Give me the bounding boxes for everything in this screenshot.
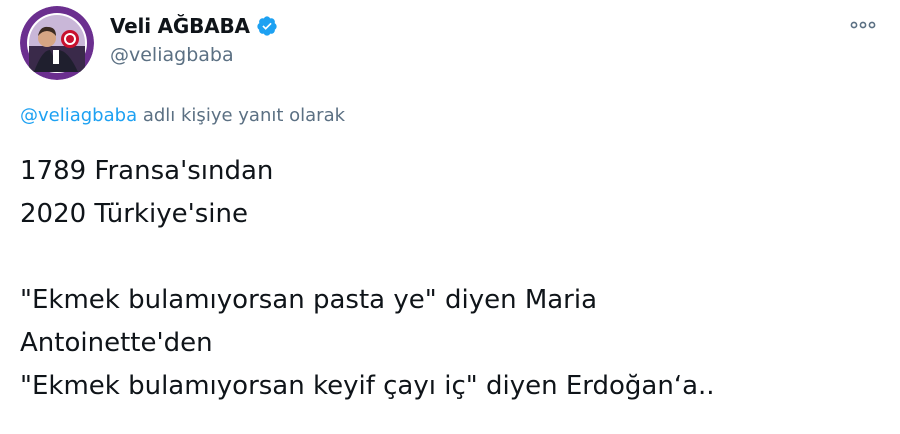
tweet: Veli AĞBABA @veliagbaba @veliagbaba adlı…: [0, 0, 900, 434]
author-handle[interactable]: @veliagbaba: [110, 44, 234, 66]
author-display-name[interactable]: Veli AĞBABA: [110, 14, 250, 38]
reply-mention-link[interactable]: @veliagbaba: [20, 105, 137, 126]
profile-photo-icon: [20, 6, 94, 80]
tweet-text-line: 2020 Türkiye'sine: [20, 199, 248, 229]
tweet-text-line: "Ekmek bulamıyorsan pasta ye" diyen Mari…: [20, 285, 598, 315]
avatar[interactable]: [20, 6, 94, 80]
tweet-text-line: Antoinette'den: [20, 328, 213, 358]
verified-badge-icon: [256, 15, 278, 37]
reply-suffix-text: adlı kişiye yanıt olarak: [137, 105, 346, 126]
tweet-text: 1789 Fransa'sından 2020 Türkiye'sine "Ek…: [20, 150, 880, 408]
more-horizontal-icon: [850, 21, 876, 29]
tweet-text-line: 1789 Fransa'sından: [20, 156, 274, 186]
replying-to-line: @veliagbaba adlı kişiye yanıt olarak: [20, 105, 345, 126]
tweet-text-line: "Ekmek bulamıyorsan keyif çayı iç" diyen…: [20, 371, 715, 401]
author-name-row[interactable]: Veli AĞBABA: [110, 13, 278, 39]
more-options-button[interactable]: [846, 10, 880, 40]
